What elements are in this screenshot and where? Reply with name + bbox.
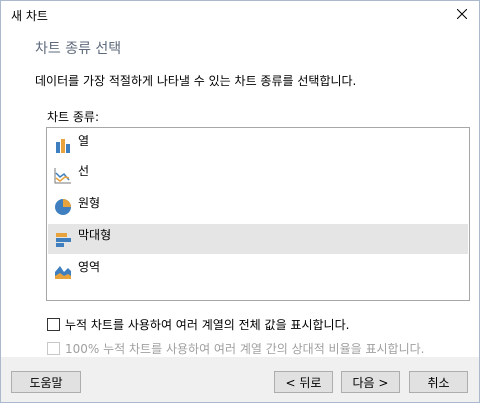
list-item-pie[interactable]: 원형 (48, 192, 468, 222)
list-item-label: 원형 (78, 196, 101, 210)
description-text: 데이터를 가장 적절하게 나타낼 수 있는 차트 종류를 선택합니다. (35, 74, 357, 88)
area-chart-icon (55, 266, 71, 279)
list-item-label: 열 (78, 134, 90, 148)
title-bar: 새 차트 (1, 1, 479, 27)
close-button[interactable] (445, 1, 479, 27)
list-item-label: 선 (78, 164, 90, 178)
stacked-checkbox[interactable] (47, 318, 60, 331)
stacked-option[interactable]: 누적 차트를 사용하여 여러 계열의 전체 값을 표시합니다. (47, 316, 349, 333)
help-button[interactable]: 도움말 (11, 371, 81, 393)
list-item-line[interactable]: 선 (48, 160, 468, 190)
column-chart-icon (56, 139, 70, 153)
next-button[interactable]: 다음 > (341, 371, 400, 393)
page-heading: 차트 종류 선택 (35, 41, 122, 57)
stacked-100-checkbox-label: 100% 누적 차트를 사용하여 여러 계열 간의 상대적 비율을 표시합니다. (65, 342, 425, 356)
chart-type-list[interactable]: 열 선 원형 막대형 영역 (46, 127, 470, 301)
stacked-checkbox-label: 누적 차트를 사용하여 여러 계열의 전체 값을 표시합니다. (65, 318, 350, 332)
list-item-label: 막대형 (78, 228, 112, 242)
new-chart-dialog: 새 차트 차트 종류 선택 데이터를 가장 적절하게 나타낼 수 있는 차트 종… (0, 0, 480, 403)
dialog-title: 새 차트 (11, 9, 48, 23)
list-item-label: 영역 (78, 260, 101, 274)
close-icon (457, 9, 467, 19)
list-item-area[interactable]: 영역 (48, 256, 468, 286)
button-bar: 도움말 < 뒤로 다음 > 취소 (1, 357, 479, 402)
chart-type-label: 차트 종류: (47, 110, 100, 124)
line-chart-icon (54, 168, 71, 184)
pie-chart-icon (55, 199, 71, 215)
stacked-100-checkbox (47, 342, 60, 355)
back-button[interactable]: < 뒤로 (274, 371, 333, 393)
stacked-100-option: 100% 누적 차트를 사용하여 여러 계열 간의 상대적 비율을 표시합니다. (47, 340, 425, 357)
list-item-bar[interactable]: 막대형 (48, 224, 468, 254)
list-item-column[interactable]: 열 (48, 130, 468, 160)
cancel-button[interactable]: 취소 (409, 371, 468, 393)
bar-chart-icon (56, 233, 71, 247)
